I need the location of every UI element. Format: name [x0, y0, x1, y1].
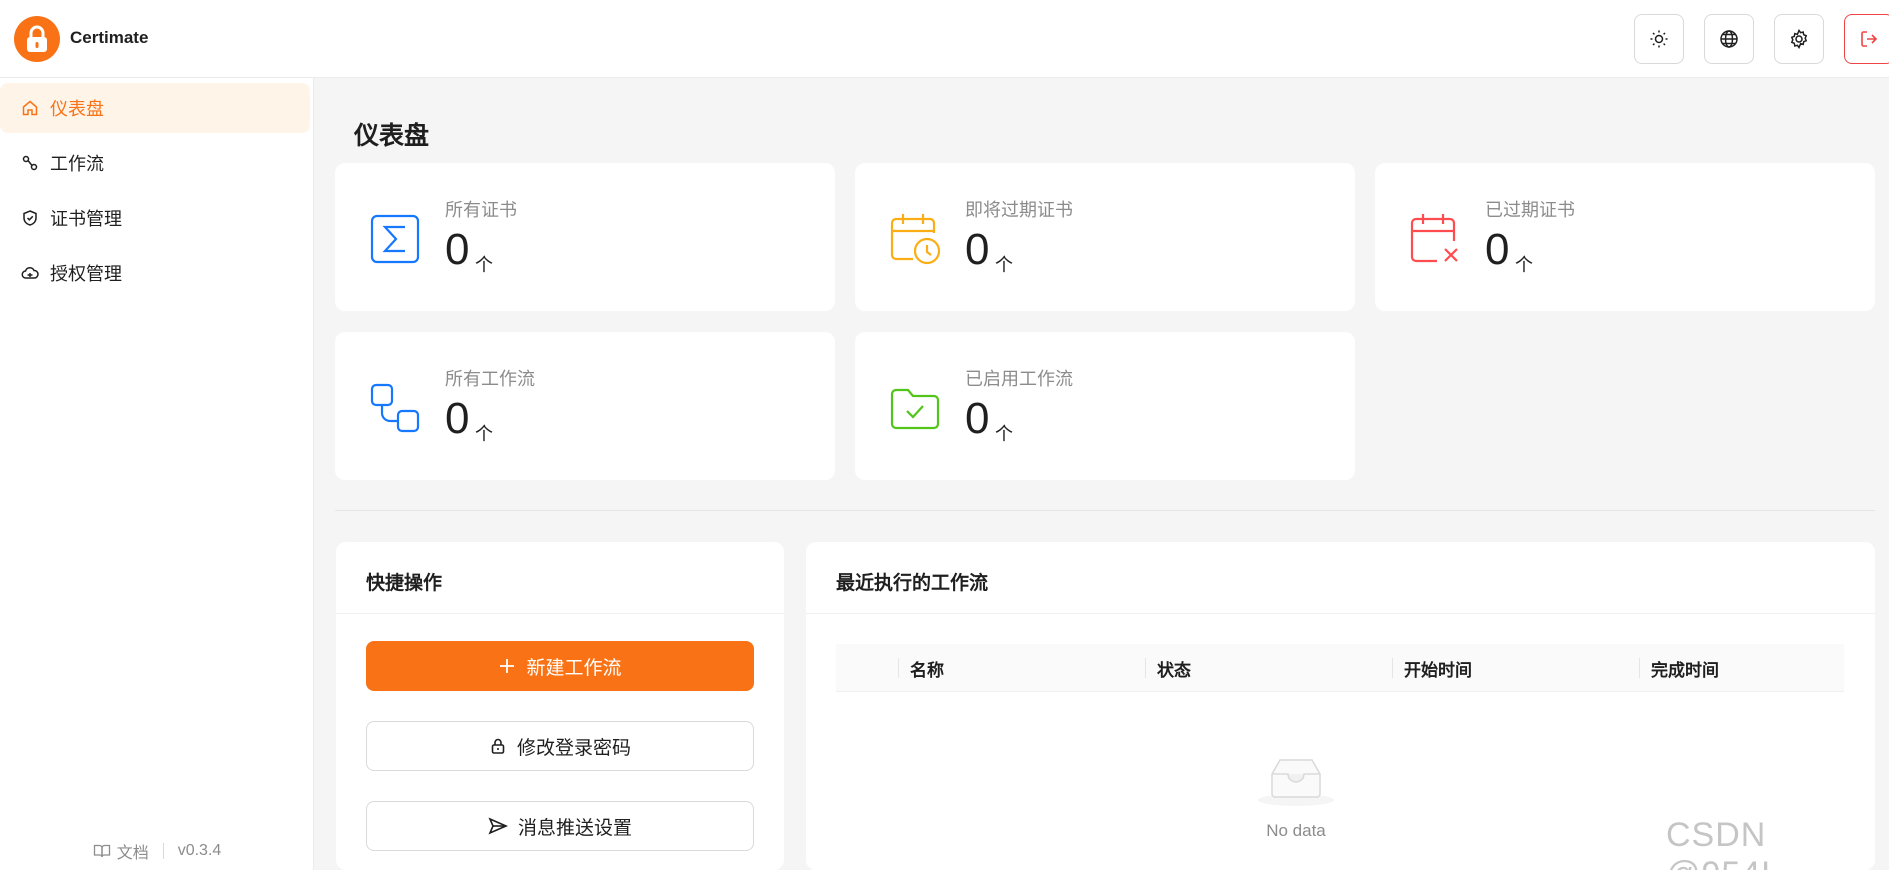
stat-label: 已启用工作流 — [965, 369, 1073, 389]
folder-check-icon — [890, 388, 940, 430]
notification-settings-button[interactable]: 消息推送设置 — [366, 801, 754, 851]
calendar-clock-icon — [890, 214, 941, 265]
stat-card-expiring-certificates[interactable]: 即将过期证书 0 个 — [855, 163, 1355, 311]
button-label: 新建工作流 — [526, 657, 622, 679]
stat-card-expired-certificates[interactable]: 已过期证书 0 个 — [1375, 163, 1875, 311]
sidebar-item-access[interactable]: 授权管理 — [0, 248, 310, 298]
plus-icon — [500, 659, 515, 673]
stat-label: 所有证书 — [445, 200, 517, 220]
button-label: 消息推送设置 — [517, 817, 632, 839]
stat-label: 所有工作流 — [445, 369, 535, 389]
footer-divider — [162, 843, 164, 859]
stat-card-enabled-workflows[interactable]: 已启用工作流 0 个 — [855, 332, 1355, 480]
sigma-icon — [370, 214, 420, 264]
watermark: CSDN @954L — [1666, 816, 1780, 870]
stat-value: 0 — [965, 225, 990, 274]
stat-value: 0 — [965, 394, 990, 443]
sidebar: 仪表盘 工作流 证书管理 授权管理 文档 v0.3.4 — [0, 78, 314, 870]
docs-label: 文档 — [116, 845, 149, 862]
logout-icon — [1861, 31, 1878, 47]
column-header-name[interactable]: 名称 — [898, 644, 1145, 692]
section-divider — [335, 510, 1875, 511]
gear-icon — [1790, 29, 1808, 49]
book-icon — [93, 844, 110, 858]
empty-inbox-icon — [1258, 759, 1334, 806]
sidebar-item-label: 仪表盘 — [50, 99, 104, 119]
stat-unit: 个 — [1515, 255, 1533, 275]
shield-icon — [20, 208, 40, 228]
language-button[interactable] — [1704, 14, 1754, 64]
cloud-key-icon — [20, 263, 40, 283]
quick-actions-title: 快捷操作 — [366, 573, 443, 594]
empty-text: No data — [1266, 821, 1326, 840]
home-icon — [20, 98, 40, 118]
column-header-status[interactable]: 状态 — [1145, 644, 1392, 692]
empty-state: No data — [1236, 752, 1356, 841]
sidebar-item-dashboard[interactable]: 仪表盘 — [0, 83, 310, 133]
stat-unit: 个 — [475, 424, 493, 444]
stat-value: 0 — [445, 394, 470, 443]
sun-icon — [1650, 30, 1668, 48]
workflow-icon — [20, 153, 40, 173]
sidebar-item-workflow[interactable]: 工作流 — [0, 138, 310, 188]
page-title: 仪表盘 — [354, 122, 430, 150]
column-header-end-time[interactable]: 完成时间 — [1639, 644, 1844, 692]
sidebar-item-label: 证书管理 — [50, 209, 122, 229]
button-label: 修改登录密码 — [516, 737, 631, 759]
stat-label: 已过期证书 — [1485, 200, 1575, 220]
app-name: Certimate — [70, 28, 149, 47]
change-password-button[interactable]: 修改登录密码 — [366, 721, 754, 771]
stat-card-all-certificates[interactable]: 所有证书 0 个 — [335, 163, 835, 311]
send-icon — [488, 817, 508, 835]
panel-divider — [806, 613, 1875, 614]
panel-divider — [336, 613, 784, 614]
stat-value: 0 — [1485, 225, 1510, 274]
logout-button[interactable] — [1844, 14, 1889, 64]
stat-card-all-workflows[interactable]: 所有工作流 0 个 — [335, 332, 835, 480]
workflow-nodes-icon — [370, 383, 420, 433]
top-header: Certimate — [0, 0, 1889, 78]
globe-icon — [1720, 30, 1738, 48]
stat-unit: 个 — [475, 255, 493, 275]
new-workflow-button[interactable]: 新建工作流 — [366, 641, 754, 691]
calendar-x-icon — [1410, 214, 1458, 263]
column-header-start-time[interactable]: 开始时间 — [1392, 644, 1639, 692]
theme-toggle-button[interactable] — [1634, 14, 1684, 64]
sidebar-footer: 文档 v0.3.4 — [0, 836, 314, 866]
version-label: v0.3.4 — [177, 842, 222, 859]
lock-icon — [491, 738, 505, 754]
settings-button[interactable] — [1774, 14, 1824, 64]
table-header: 名称 状态 开始时间 完成时间 — [836, 644, 1844, 692]
sidebar-item-certificates[interactable]: 证书管理 — [0, 193, 310, 243]
app-logo-icon — [14, 16, 60, 62]
stat-unit: 个 — [995, 424, 1013, 444]
stat-label: 即将过期证书 — [965, 200, 1073, 220]
stat-value: 0 — [445, 225, 470, 274]
recent-workflows-title: 最近执行的工作流 — [836, 573, 989, 594]
docs-link[interactable]: 文档 — [93, 839, 149, 863]
sidebar-item-label: 工作流 — [50, 154, 104, 174]
quick-actions-panel: 快捷操作 新建工作流 修改登录密码 消息推送设置 — [336, 542, 784, 870]
sidebar-item-label: 授权管理 — [50, 264, 122, 284]
stat-unit: 个 — [995, 255, 1013, 275]
